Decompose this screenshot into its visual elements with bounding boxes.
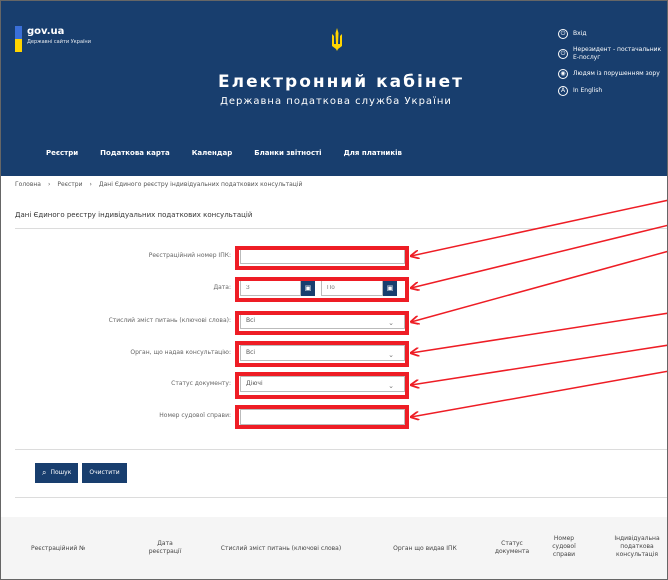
registration-number-label: Реєстраційний номер ІПК: xyxy=(148,252,231,259)
ukrainian-flag-bar xyxy=(15,26,22,52)
column-keywords: Стислий зміст питань (ключові слова) xyxy=(220,545,342,552)
nav-registers[interactable]: Реєстри xyxy=(46,149,78,157)
form-divider xyxy=(15,449,667,450)
highlight-status xyxy=(235,372,409,399)
breadcrumb-current: Дані Єдиного реєстру індивідуальних пода… xyxy=(98,181,303,188)
column-registration-number: Реєстраційний № xyxy=(31,545,86,552)
highlight-keywords xyxy=(235,311,409,335)
english-link[interactable]: A In English xyxy=(558,86,667,96)
gov-ua-logo[interactable]: gov.ua Державні сайти України xyxy=(15,26,91,52)
nav-for-payers[interactable]: Для платників xyxy=(344,149,402,157)
actions-divider xyxy=(15,497,667,498)
breadcrumb: Головна › Реєстри › Дані Єдиного реєстру… xyxy=(15,181,302,188)
organization-label: Орган, що надав консультацію: xyxy=(130,349,231,356)
header-actions: ⏻ Вхід ⏻ Нерезидент - постачальник Е-послу… xyxy=(558,29,667,103)
accessibility-link[interactable]: ◉ Людям із порушенням зору xyxy=(558,69,667,79)
page-title: Електронний кабінет xyxy=(218,72,464,92)
search-icon: ⌕ xyxy=(42,468,47,477)
nonresident-icon: ⏻ xyxy=(558,49,568,59)
heading-divider xyxy=(15,228,667,229)
breadcrumb-home[interactable]: Головна xyxy=(15,181,41,188)
clear-button[interactable]: Очистити xyxy=(82,463,127,483)
highlight-case-number xyxy=(235,405,409,429)
nav-report-forms[interactable]: Бланки звітності xyxy=(254,149,321,157)
column-document-status: Статус документа xyxy=(494,540,530,555)
status-label: Статус документу: xyxy=(171,380,231,387)
search-button[interactable]: ⌕ Пошук xyxy=(35,463,79,483)
login-icon: ⏻ xyxy=(558,29,568,39)
highlight-date-range xyxy=(235,277,409,302)
form-actions: ⌕ Пошук Очистити xyxy=(35,463,127,483)
chevron-right-icon: › xyxy=(47,181,51,188)
chevron-right-icon: › xyxy=(89,181,92,188)
nav-tax-map[interactable]: Податкова карта xyxy=(100,149,170,157)
breadcrumb-registers[interactable]: Реєстри xyxy=(57,181,82,188)
eye-icon: ◉ xyxy=(558,69,568,79)
main-navigation: Реєстри Податкова карта Календар Бланки … xyxy=(46,149,402,157)
trident-icon xyxy=(332,28,342,51)
brand-subtitle: Державні сайти України xyxy=(27,39,91,45)
highlight-registration-number xyxy=(235,246,409,270)
nav-calendar[interactable]: Календар xyxy=(192,149,233,157)
login-link[interactable]: ⏻ Вхід xyxy=(558,29,667,39)
column-individual-consultation: Індивідуальна податкова консультація xyxy=(614,535,660,558)
highlight-organization xyxy=(235,341,409,367)
brand-name: gov.ua xyxy=(27,26,65,37)
page-subtitle: Державна податкова служба України xyxy=(220,96,452,107)
site-header: gov.ua Державні сайти України Електронни… xyxy=(1,1,667,176)
column-registration-date: Дата реєстрації xyxy=(148,540,182,555)
date-label: Дата: xyxy=(213,284,231,291)
translate-icon: A xyxy=(558,86,568,96)
browser-frame: gov.ua Державні сайти України Електронни… xyxy=(0,0,668,580)
column-issuing-authority: Орган що видав ІПК xyxy=(393,545,457,552)
keywords-label: Стислий зміст питань (ключові слова): xyxy=(108,317,231,324)
results-table-header: Реєстраційний № Дата реєстрації Стислий … xyxy=(1,517,667,579)
register-heading: Дані Єдиного реєстру індивідуальних пода… xyxy=(15,211,253,219)
case-number-label: Номер судової справи: xyxy=(159,412,231,419)
nonresident-link[interactable]: ⏻ Нерезидент - постачальник Е-послуг xyxy=(558,46,667,62)
column-court-case-number: Номер судової справи xyxy=(552,535,576,558)
